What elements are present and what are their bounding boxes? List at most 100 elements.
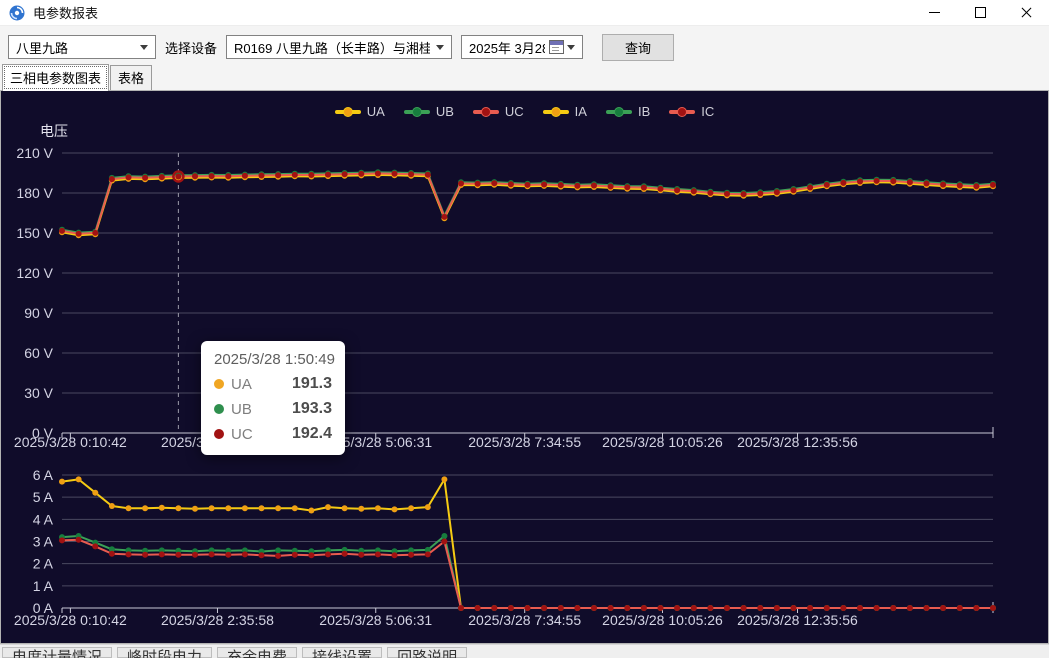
data-point-IC[interactable] [508, 605, 514, 611]
data-point-UC[interactable] [924, 181, 930, 187]
data-point-IC[interactable] [940, 605, 946, 611]
data-point-UC[interactable] [591, 183, 597, 189]
data-point-UC[interactable] [109, 176, 115, 182]
data-point-IC[interactable] [990, 605, 996, 611]
data-point-IC[interactable] [225, 552, 231, 558]
data-point-IC[interactable] [890, 605, 896, 611]
data-point-UC[interactable] [608, 184, 614, 190]
data-point-IA[interactable] [392, 506, 398, 512]
data-point-UC[interactable] [724, 191, 730, 197]
data-point-IA[interactable] [358, 506, 364, 512]
data-point-IC[interactable] [126, 551, 132, 557]
data-point-IA[interactable] [325, 504, 331, 510]
data-point-UC[interactable] [342, 171, 348, 177]
data-point-UC[interactable] [425, 172, 431, 178]
data-point-IA[interactable] [441, 476, 447, 482]
data-point-UC[interactable] [458, 181, 464, 187]
tab-three-phase-chart[interactable]: 三相电参数图表 [2, 64, 109, 91]
data-point-IA[interactable] [192, 506, 198, 512]
data-point-UC[interactable] [807, 185, 813, 191]
data-point-IC[interactable] [840, 605, 846, 611]
data-point-IC[interactable] [342, 551, 348, 557]
data-point-IC[interactable] [92, 543, 98, 549]
maximize-button[interactable] [957, 0, 1003, 25]
data-point-IC[interactable] [425, 551, 431, 557]
data-point-IA[interactable] [425, 504, 431, 510]
charts-canvas[interactable]: 210 V180 V150 V120 V90 V60 V30 V0 V2025/… [1, 91, 1046, 641]
data-point-IC[interactable] [741, 605, 747, 611]
data-point-UC[interactable] [59, 228, 65, 234]
data-point-IC[interactable] [308, 552, 314, 558]
data-point-IA[interactable] [142, 505, 148, 511]
data-point-UC[interactable] [225, 173, 231, 179]
data-point-IC[interactable] [874, 605, 880, 611]
data-point-IB[interactable] [441, 533, 447, 539]
data-point-UC[interactable] [242, 173, 248, 179]
data-point-IC[interactable] [674, 605, 680, 611]
data-point-UC[interactable] [874, 178, 880, 184]
data-point-UC[interactable] [824, 182, 830, 188]
data-point-IC[interactable] [857, 605, 863, 611]
data-point-IA[interactable] [126, 505, 132, 511]
data-point-IA[interactable] [342, 505, 348, 511]
data-point-UC[interactable] [92, 230, 98, 236]
data-point-UC[interactable] [940, 182, 946, 188]
date-picker[interactable]: 2025年 3月28日 [461, 35, 583, 59]
data-point-IC[interactable] [292, 552, 298, 558]
data-point-IC[interactable] [774, 605, 780, 611]
data-point-UC[interactable] [574, 183, 580, 189]
data-point-IC[interactable] [907, 605, 913, 611]
data-point-UC[interactable] [375, 171, 381, 177]
data-point-UC[interactable] [142, 175, 148, 181]
data-point-IA[interactable] [242, 505, 248, 511]
data-point-IC[interactable] [691, 605, 697, 611]
data-point-UC[interactable] [774, 189, 780, 195]
data-point-IC[interactable] [807, 605, 813, 611]
data-point-UC[interactable] [159, 174, 165, 180]
data-point-UC[interactable] [76, 231, 82, 237]
data-point-IA[interactable] [109, 503, 115, 509]
data-point-IC[interactable] [325, 551, 331, 557]
data-point-UC[interactable] [308, 172, 314, 178]
data-point-IA[interactable] [259, 505, 265, 511]
legend-item-IB[interactable]: IB [606, 104, 650, 119]
data-point-UC[interactable] [441, 214, 447, 220]
data-point-IC[interactable] [973, 605, 979, 611]
data-point-UC[interactable] [674, 187, 680, 193]
data-point-IC[interactable] [375, 551, 381, 557]
data-point-IC[interactable] [441, 539, 447, 545]
data-point-UC[interactable] [957, 183, 963, 189]
data-point-IC[interactable] [824, 605, 830, 611]
data-point-UC[interactable] [741, 191, 747, 197]
data-point-UC[interactable] [890, 178, 896, 184]
data-point-UC[interactable] [840, 180, 846, 186]
minimize-button[interactable] [911, 0, 957, 25]
data-point-UC[interactable] [691, 188, 697, 194]
data-point-UC[interactable] [192, 173, 198, 179]
close-button[interactable] [1003, 0, 1049, 25]
data-point-UC[interactable] [541, 182, 547, 188]
data-point-UC[interactable] [175, 174, 181, 180]
data-point-IA[interactable] [225, 505, 231, 511]
data-point-IC[interactable] [558, 605, 564, 611]
data-point-IC[interactable] [159, 551, 165, 557]
data-point-IC[interactable] [924, 605, 930, 611]
area-select[interactable]: 八里九路 [8, 35, 156, 59]
data-point-UC[interactable] [558, 182, 564, 188]
data-point-IC[interactable] [259, 552, 265, 558]
device-select[interactable]: R0169 八里九路（长丰路）与湘桂线交 [226, 35, 452, 59]
data-point-UC[interactable] [325, 172, 331, 178]
data-point-IC[interactable] [624, 605, 630, 611]
data-point-IA[interactable] [308, 508, 314, 514]
data-point-IC[interactable] [142, 552, 148, 558]
data-point-IC[interactable] [658, 605, 664, 611]
data-point-IC[interactable] [475, 605, 481, 611]
data-point-IC[interactable] [757, 605, 763, 611]
legend-item-UA[interactable]: UA [335, 104, 385, 119]
legend-item-UB[interactable]: UB [404, 104, 454, 119]
data-point-UC[interactable] [641, 185, 647, 191]
data-point-IC[interactable] [209, 551, 215, 557]
data-point-IC[interactable] [275, 553, 281, 559]
data-point-IA[interactable] [59, 479, 65, 485]
data-point-IA[interactable] [209, 505, 215, 511]
